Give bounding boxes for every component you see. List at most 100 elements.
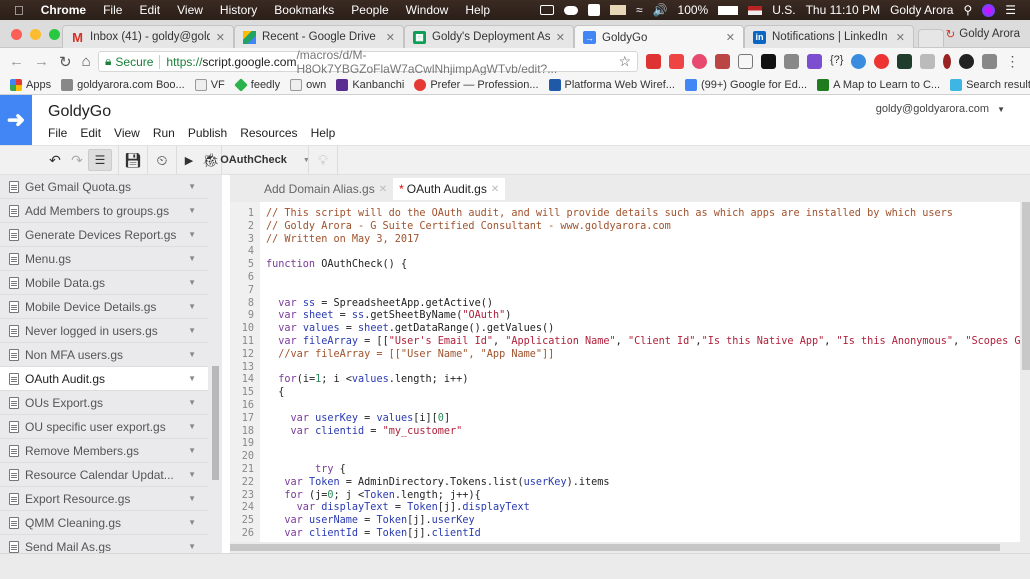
- bookmark-own[interactable]: own: [290, 78, 326, 91]
- stack-extension-icon[interactable]: [669, 54, 684, 69]
- menu-publish[interactable]: Publish: [188, 126, 227, 140]
- close-tab-icon[interactable]: ✕: [210, 31, 225, 44]
- minimize-window-button[interactable]: [30, 29, 41, 40]
- chevron-down-icon[interactable]: ▼: [188, 254, 196, 263]
- menu-edit[interactable]: Edit: [80, 126, 101, 140]
- sidebar-scrollbar[interactable]: [212, 366, 219, 480]
- tab-drive[interactable]: Recent - Google Drive ✕: [234, 25, 404, 48]
- bookmark-kanbanchi[interactable]: Kanbanchi: [336, 78, 404, 91]
- menu-file[interactable]: File: [48, 126, 67, 140]
- file-item[interactable]: Resource Calendar Updat... ▼: [0, 463, 208, 487]
- mac-menu-file[interactable]: File: [103, 3, 122, 17]
- check-extension-icon[interactable]: [851, 54, 867, 69]
- chevron-down-icon[interactable]: ▼: [188, 374, 196, 383]
- back-icon[interactable]: ←: [9, 53, 24, 71]
- chevron-down-icon[interactable]: ▼: [188, 422, 196, 431]
- indent-button[interactable]: ☰: [88, 149, 112, 171]
- close-tab-icon[interactable]: ✕: [890, 31, 905, 44]
- code-editor[interactable]: 1 // This script will do the OAuth audit,…: [230, 202, 1020, 542]
- chevron-down-icon[interactable]: ▼: [188, 350, 196, 359]
- t-extension-icon[interactable]: [692, 54, 707, 69]
- chevron-down-icon[interactable]: ▼: [188, 446, 196, 455]
- link-extension-icon[interactable]: [943, 54, 952, 69]
- chevron-down-icon[interactable]: ▼: [188, 542, 196, 551]
- s-extension-icon[interactable]: [807, 54, 822, 69]
- file-item[interactable]: Mobile Data.gs ▼: [0, 271, 208, 295]
- mac-menu-edit[interactable]: Edit: [139, 3, 160, 17]
- eyedropper-extension-icon[interactable]: [715, 54, 730, 69]
- run-button[interactable]: ▶: [177, 145, 201, 175]
- project-title[interactable]: GoldyGo: [48, 103, 111, 121]
- mac-menu-view[interactable]: View: [177, 3, 203, 17]
- file-item[interactable]: Non MFA users.gs ▼: [0, 343, 208, 367]
- close-icon[interactable]: ✕: [491, 184, 499, 195]
- chevron-down-icon[interactable]: ▼: [188, 302, 196, 311]
- bookmark-apps[interactable]: Apps: [10, 78, 51, 91]
- lightbulb-icon[interactable]: 💡︎: [309, 145, 337, 175]
- maximize-window-button[interactable]: [49, 29, 60, 40]
- network-extension-icon[interactable]: [784, 54, 799, 69]
- save-button[interactable]: 💾︎: [119, 145, 147, 175]
- file-item[interactable]: Get Gmail Quota.gs ▼: [0, 175, 208, 199]
- siri-icon[interactable]: [982, 3, 996, 17]
- file-item[interactable]: Mobile Device Details.gs ▼: [0, 295, 208, 319]
- bookmark-search-results[interactable]: Search results for 'to...: [950, 78, 1030, 91]
- drive-sync-icon[interactable]: [587, 4, 600, 16]
- spotlight-icon[interactable]: ⚲: [963, 3, 972, 17]
- camera-icon[interactable]: [539, 5, 554, 15]
- cast-icon[interactable]: [738, 54, 753, 69]
- account-menu[interactable]: goldy@goldyarora.com ▼: [876, 103, 1005, 115]
- close-window-button[interactable]: [11, 29, 22, 40]
- forward-icon[interactable]: →: [34, 53, 49, 71]
- cloud-icon[interactable]: [563, 5, 578, 15]
- mac-user-name[interactable]: Goldy Arora: [890, 3, 953, 17]
- menu-run[interactable]: Run: [153, 126, 175, 140]
- file-item[interactable]: Generate Devices Report.gs ▼: [0, 223, 208, 247]
- volume-icon[interactable]: 🔊: [653, 3, 668, 17]
- chevron-down-icon[interactable]: ▼: [188, 494, 196, 503]
- address-bar[interactable]: 🔒︎ Secure https:// script.google.com /ma…: [98, 48, 638, 76]
- folder-extension-icon[interactable]: [897, 54, 913, 69]
- 1b-extension-icon[interactable]: [920, 54, 936, 69]
- mac-menu-help[interactable]: Help: [465, 3, 490, 17]
- tab-sheets[interactable]: ▦ Goldy's Deployment Assista ✕: [404, 25, 574, 48]
- chrome-menu-icon[interactable]: ⋮: [1005, 53, 1019, 70]
- notification-center-icon[interactable]: ☰: [1005, 3, 1016, 17]
- apps-script-logo[interactable]: ➜: [0, 95, 32, 145]
- chat-extension-icon[interactable]: [874, 54, 890, 69]
- chevron-down-icon[interactable]: ▼: [188, 182, 196, 191]
- clock[interactable]: Thu 11:10 PM: [806, 3, 880, 17]
- bookmark-google-for-edu[interactable]: (99+) Google for Ed...: [684, 78, 807, 91]
- file-item[interactable]: Send Mail As.gs ▼: [0, 535, 208, 553]
- menu-help[interactable]: Help: [311, 126, 336, 140]
- app-menu-chrome[interactable]: Chrome: [41, 3, 86, 17]
- battery-icon[interactable]: [718, 5, 739, 15]
- undo-button[interactable]: ↶: [44, 145, 66, 175]
- menu-view[interactable]: View: [114, 126, 140, 140]
- mac-menu-people[interactable]: People: [351, 3, 388, 17]
- redo-button[interactable]: ↷: [66, 145, 88, 175]
- mac-menu-window[interactable]: Window: [406, 3, 449, 17]
- input-source[interactable]: U.S.: [772, 3, 795, 17]
- gauge-extension-icon[interactable]: [959, 54, 975, 69]
- chevron-down-icon[interactable]: ▼: [188, 326, 196, 335]
- apple-icon[interactable]: : [14, 3, 24, 18]
- chevron-down-icon[interactable]: ▼: [188, 206, 196, 215]
- json-extension-icon[interactable]: {?}: [830, 54, 843, 69]
- triggers-clock-button[interactable]: ⏲︎: [148, 145, 176, 175]
- editor-horizontal-scrollbar[interactable]: [230, 544, 1000, 551]
- function-select[interactable]: OAuthCheck ▼: [220, 145, 310, 175]
- mac-menu-history[interactable]: History: [220, 3, 257, 17]
- bookmark-goldyarora[interactable]: goldyarora.com Boo...: [61, 78, 185, 91]
- file-item[interactable]: Menu.gs ▼: [0, 247, 208, 271]
- profile-button[interactable]: ↻ Goldy Arora: [946, 27, 1020, 41]
- bookmark-star-icon[interactable]: ☆: [618, 53, 631, 70]
- tab-linkedin[interactable]: in Notifications | LinkedIn ✕: [744, 25, 914, 48]
- home-icon[interactable]: ⌂: [82, 53, 91, 71]
- tab-gmail[interactable]: M Inbox (41) - goldy@goldyarora ✕: [62, 25, 234, 48]
- chevron-down-icon[interactable]: ▼: [188, 230, 196, 239]
- file-item[interactable]: OUs Export.gs ▼: [0, 391, 208, 415]
- wifi-icon[interactable]: ≈: [636, 3, 643, 17]
- file-item[interactable]: Never logged in users.gs ▼: [0, 319, 208, 343]
- close-tab-icon[interactable]: ✕: [550, 31, 565, 44]
